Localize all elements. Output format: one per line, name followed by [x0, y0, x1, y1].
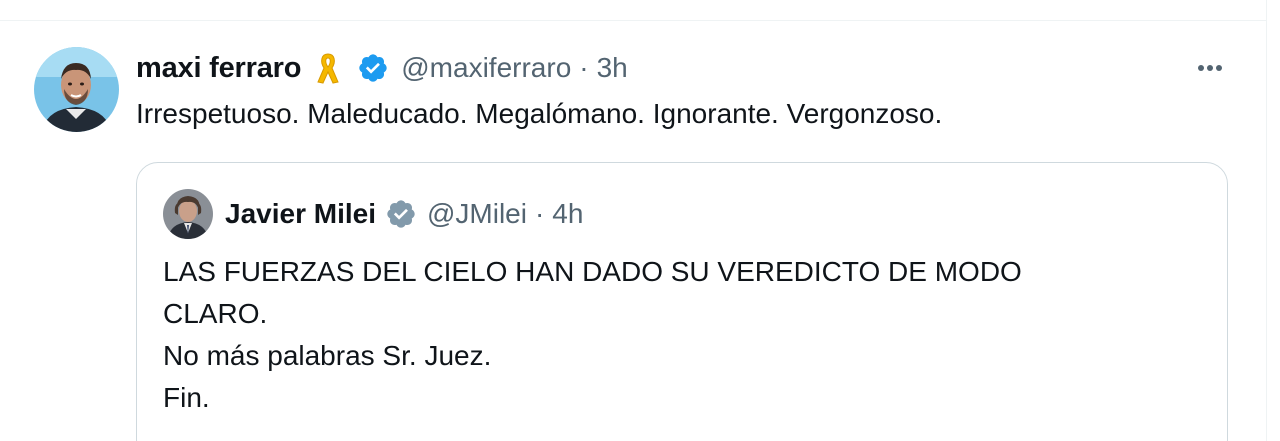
quoted-tweet-text: LAS FUERZAS DEL CIELO HAN DADO SU VEREDI…: [163, 251, 1022, 419]
more-horizontal-icon: [1198, 65, 1222, 71]
quoted-author-handle[interactable]: @JMilei: [427, 198, 527, 230]
quoted-author-avatar[interactable]: [163, 189, 213, 239]
author-avatar[interactable]: [34, 47, 119, 132]
quoted-tweet-header: Javier Milei @JMilei · 4h: [225, 195, 583, 233]
tweet-time[interactable]: 3h: [597, 52, 628, 84]
quoted-tweet[interactable]: Javier Milei @JMilei · 4h LAS FUERZAS DE…: [136, 162, 1228, 441]
author-handle[interactable]: @maxiferraro: [401, 52, 571, 84]
quoted-tweet-time[interactable]: 4h: [552, 198, 583, 230]
separator-dot: ·: [579, 52, 589, 83]
tweet-page: maxi ferraro @maxiferraro · 3h Irrespetu…: [0, 0, 1280, 441]
divider: [0, 20, 1266, 21]
timeline-border: [1266, 0, 1267, 441]
quoted-separator-dot: ·: [534, 198, 545, 229]
quoted-text-line: CLARO.: [163, 298, 268, 329]
quoted-text-line: LAS FUERZAS DEL CIELO HAN DADO SU VEREDI…: [163, 256, 1022, 287]
blue-verified-badge-icon[interactable]: [357, 52, 389, 84]
quoted-text-line: Fin.: [163, 382, 210, 413]
tweet-header: maxi ferraro @maxiferraro · 3h: [136, 48, 628, 88]
author-name[interactable]: maxi ferraro: [136, 52, 301, 85]
more-options-button[interactable]: [1190, 52, 1230, 84]
quoted-avatar-image: [163, 189, 213, 239]
yellow-ribbon-icon: [315, 50, 341, 86]
tweet-text: Irrespetuoso. Maleducado. Megalómano. Ig…: [136, 98, 943, 129]
quoted-author-name[interactable]: Javier Milei: [225, 198, 376, 230]
gray-verified-badge-icon[interactable]: [385, 198, 417, 230]
quoted-text-line: No más palabras Sr. Juez.: [163, 340, 492, 371]
avatar-image: [34, 47, 119, 132]
